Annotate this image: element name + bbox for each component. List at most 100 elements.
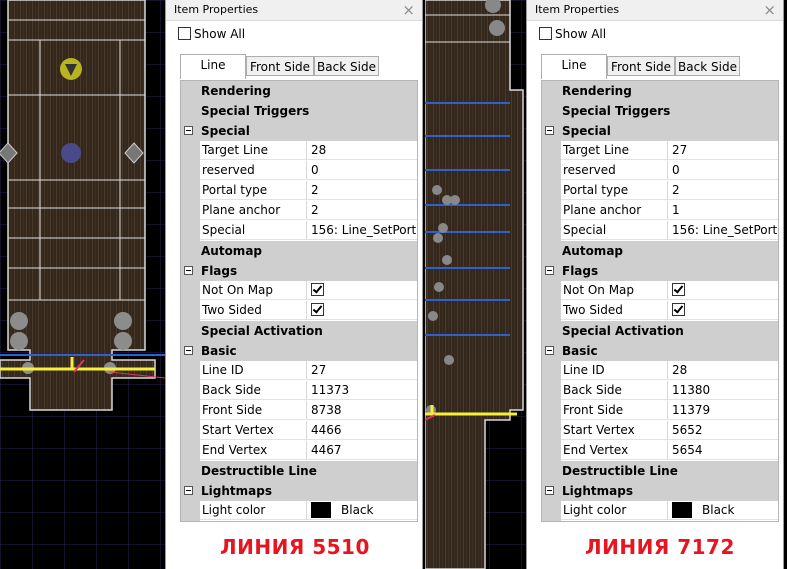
category-special[interactable]: Special: [181, 121, 417, 141]
property-value[interactable]: 4467: [307, 441, 417, 460]
tab-back-side[interactable]: Back Side: [675, 56, 740, 76]
color-swatch[interactable]: [311, 501, 331, 518]
collapse-icon[interactable]: [545, 266, 554, 275]
category-basic[interactable]: Basic: [542, 341, 778, 361]
close-icon[interactable]: ×: [763, 0, 776, 20]
property-value[interactable]: [307, 301, 417, 320]
property-value[interactable]: 156: Line_SetPortal: [307, 221, 417, 240]
collapse-icon[interactable]: [545, 486, 554, 495]
property-row-start-vertex[interactable]: Start Vertex 4466: [181, 421, 417, 441]
property-value[interactable]: 8738: [307, 401, 417, 420]
category-lightmaps[interactable]: Lightmaps: [181, 481, 417, 501]
category-flags[interactable]: Flags: [542, 261, 778, 281]
category-special-triggers[interactable]: Special Triggers: [181, 101, 417, 121]
property-row-two-sided[interactable]: Two Sided: [542, 301, 778, 321]
checkbox-checked-icon[interactable]: [672, 303, 685, 316]
category-rendering[interactable]: Rendering: [542, 81, 778, 101]
property-value[interactable]: 2: [307, 181, 417, 200]
collapse-icon[interactable]: [184, 126, 193, 135]
property-value[interactable]: 11373: [307, 381, 417, 400]
property-value[interactable]: 11379: [668, 401, 778, 420]
property-value[interactable]: 27: [668, 141, 778, 160]
property-value[interactable]: 28: [307, 141, 417, 160]
category-flags[interactable]: Flags: [181, 261, 417, 281]
category-lightmaps[interactable]: Lightmaps: [542, 481, 778, 501]
property-value[interactable]: 4466: [307, 421, 417, 440]
property-row-back-side[interactable]: Back Side 11380: [542, 381, 778, 401]
collapse-icon[interactable]: [184, 266, 193, 275]
property-value[interactable]: 156: Line_SetPortal: [668, 221, 778, 240]
property-row-end-vertex[interactable]: End Vertex 5654: [542, 441, 778, 461]
property-row-not-on-map[interactable]: Not On Map: [181, 281, 417, 301]
property-row-plane-anchor[interactable]: Plane anchor 1: [542, 201, 778, 221]
category-special-triggers[interactable]: Special Triggers: [542, 101, 778, 121]
property-row-front-side[interactable]: Front Side 11379: [542, 401, 778, 421]
property-value[interactable]: 2: [668, 181, 778, 200]
property-value[interactable]: 0: [307, 161, 417, 180]
tab-line[interactable]: Line: [541, 54, 607, 79]
category-rendering[interactable]: Rendering: [181, 81, 417, 101]
property-row-portal-type[interactable]: Portal type 2: [542, 181, 778, 201]
property-value[interactable]: 28: [668, 361, 778, 380]
tab-line[interactable]: Line: [180, 54, 246, 79]
property-row-light-color[interactable]: Light color Black: [542, 501, 778, 521]
map-canvas-left[interactable]: [0, 0, 165, 569]
property-row-target-line[interactable]: Target Line 28: [181, 141, 417, 161]
checkbox-checked-icon[interactable]: [311, 303, 324, 316]
map-viewport-left[interactable]: [0, 0, 165, 569]
property-row-start-vertex[interactable]: Start Vertex 5652: [542, 421, 778, 441]
property-row-reserved[interactable]: reserved 0: [542, 161, 778, 181]
checkbox-checked-icon[interactable]: [311, 283, 324, 296]
category-automap[interactable]: Automap: [181, 241, 417, 261]
category-special-activation[interactable]: Special Activation: [181, 321, 417, 341]
property-row-line-id[interactable]: Line ID 27: [181, 361, 417, 381]
category-destructible-line[interactable]: Destructible Line: [181, 461, 417, 481]
checkbox-checked-icon[interactable]: [672, 283, 685, 296]
property-value[interactable]: [668, 281, 778, 300]
property-value[interactable]: [668, 301, 778, 320]
property-value[interactable]: 11380: [668, 381, 778, 400]
property-value[interactable]: 2: [307, 201, 417, 220]
property-value[interactable]: 27: [307, 361, 417, 380]
property-row-end-vertex[interactable]: End Vertex 4467: [181, 441, 417, 461]
show-all-checkbox[interactable]: Show All: [178, 27, 245, 43]
property-row-front-side[interactable]: Front Side 8738: [181, 401, 417, 421]
property-value[interactable]: 5652: [668, 421, 778, 440]
property-value[interactable]: Black: [668, 501, 778, 520]
show-all-checkbox[interactable]: Show All: [539, 27, 606, 43]
row-gutter: [181, 401, 200, 421]
collapse-icon[interactable]: [184, 346, 193, 355]
property-row-back-side[interactable]: Back Side 11373: [181, 381, 417, 401]
color-swatch[interactable]: [672, 501, 692, 518]
tab-front-side[interactable]: Front Side: [607, 56, 675, 76]
property-row-line-id[interactable]: Line ID 28: [542, 361, 778, 381]
property-row-not-on-map[interactable]: Not On Map: [542, 281, 778, 301]
property-row-reserved[interactable]: reserved 0: [181, 161, 417, 181]
property-row-portal-type[interactable]: Portal type 2: [181, 181, 417, 201]
property-row-special[interactable]: Special 156: Line_SetPortal: [542, 221, 778, 241]
property-row-light-color[interactable]: Light color Black: [181, 501, 417, 521]
property-value[interactable]: 5654: [668, 441, 778, 460]
map-viewport-middle[interactable]: [425, 0, 528, 569]
category-automap[interactable]: Automap: [542, 241, 778, 261]
collapse-icon[interactable]: [184, 486, 193, 495]
collapse-icon[interactable]: [545, 126, 554, 135]
category-special-activation[interactable]: Special Activation: [542, 321, 778, 341]
close-icon[interactable]: ×: [402, 0, 415, 20]
tab-back-side[interactable]: Back Side: [314, 56, 379, 76]
property-value[interactable]: 0: [668, 161, 778, 180]
property-value[interactable]: Black: [307, 501, 417, 520]
collapse-icon[interactable]: [545, 346, 554, 355]
category-special[interactable]: Special: [542, 121, 778, 141]
property-row-plane-anchor[interactable]: Plane anchor 2: [181, 201, 417, 221]
category-destructible-line[interactable]: Destructible Line: [542, 461, 778, 481]
property-value[interactable]: [307, 281, 417, 300]
property-row-two-sided[interactable]: Two Sided: [181, 301, 417, 321]
map-canvas-middle[interactable]: [425, 0, 528, 569]
property-value[interactable]: 1: [668, 201, 778, 220]
checkbox-icon: [178, 27, 191, 40]
property-row-special[interactable]: Special 156: Line_SetPortal: [181, 221, 417, 241]
category-basic[interactable]: Basic: [181, 341, 417, 361]
tab-front-side[interactable]: Front Side: [246, 56, 314, 76]
property-row-target-line[interactable]: Target Line 27: [542, 141, 778, 161]
